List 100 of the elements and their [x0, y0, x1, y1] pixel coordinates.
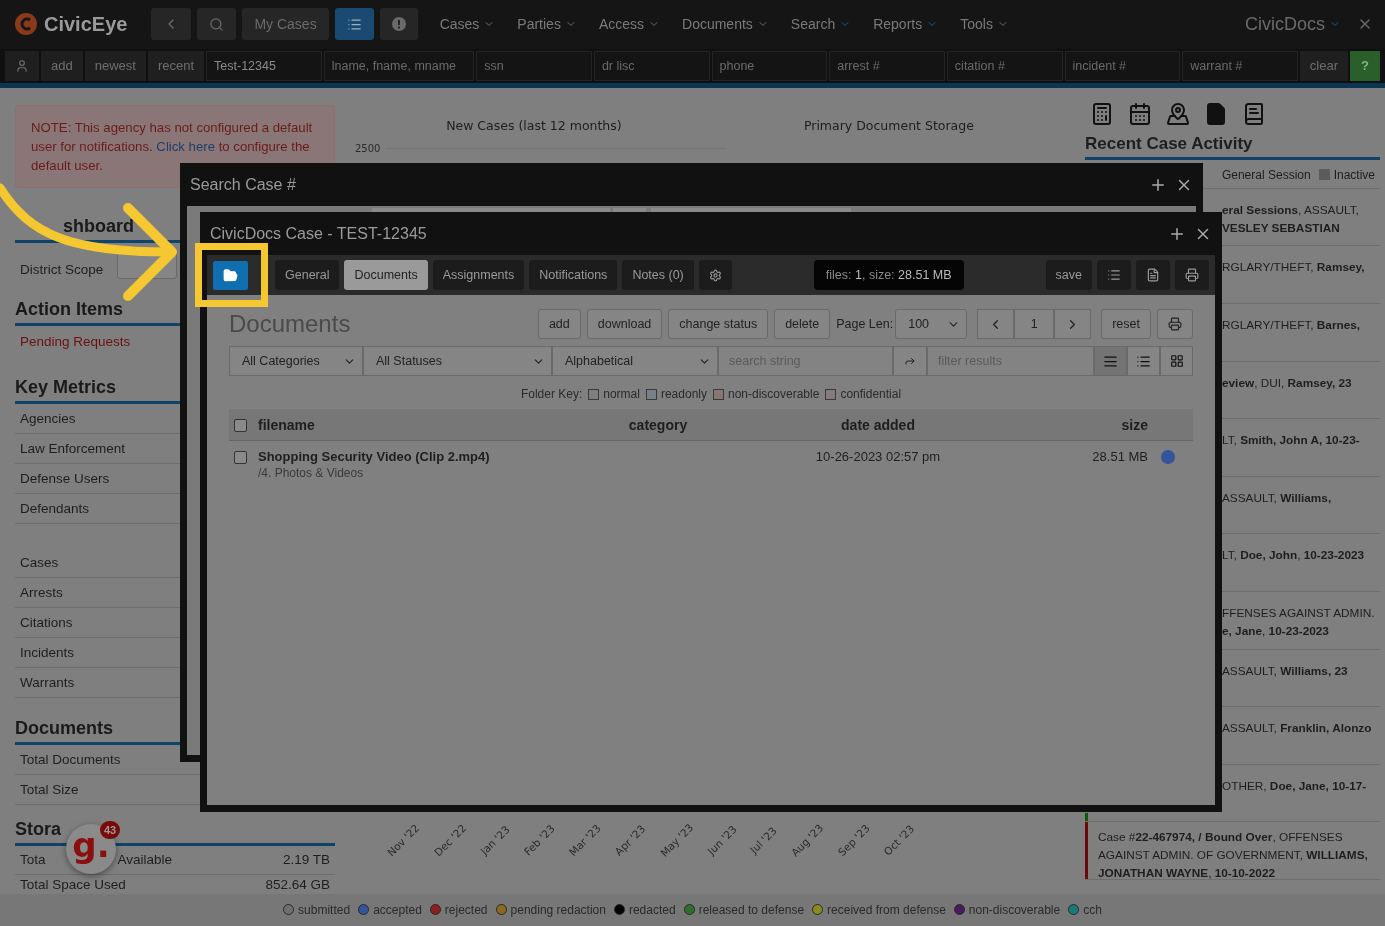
metric-value: 2.19 TB — [282, 852, 330, 868]
action-button[interactable]: change status — [668, 309, 769, 339]
district-label: District Scope — [20, 262, 104, 278]
metric-label: Defendants — [20, 500, 90, 516]
search-field[interactable]: lname, fname, mname — [323, 50, 475, 81]
metric-value: 852.64 GB — [265, 876, 330, 892]
metric-label: Total Documents — [20, 751, 121, 767]
tab[interactable]: Notifications — [529, 260, 618, 290]
status-label: released to defense — [698, 902, 805, 917]
size-cell-text: 28.51 MB — [1091, 449, 1148, 464]
help-button[interactable]: ? — [1350, 50, 1380, 81]
search-field[interactable]: warrant # — [1182, 50, 1298, 81]
month-label: Feb '23 — [521, 822, 557, 858]
metric-label: Total Size — [20, 781, 79, 797]
status-label: non-discoverable — [968, 902, 1061, 917]
chart-title: Primary Document Storage — [803, 117, 974, 133]
save-button[interactable]: save — [1045, 260, 1092, 290]
file-name[interactable]: Shopping Security Video (Clip 2.mp4) — [258, 449, 558, 464]
metric-label: Tota — [20, 852, 46, 868]
menu-item[interactable]: Search — [790, 16, 852, 33]
column-header: size — [1120, 416, 1148, 433]
page-number[interactable]: 1 — [1014, 309, 1055, 339]
menu-item[interactable]: Reports — [873, 16, 939, 33]
search-field[interactable]: citation # — [946, 50, 1063, 81]
metric-label: Incidents — [20, 644, 75, 660]
metric-label: Defense Users — [20, 470, 110, 486]
menu-item[interactable]: Cases — [439, 16, 496, 33]
clear-button[interactable]: clear — [1299, 50, 1348, 81]
activity-text: ASSAULT, Williams, — [1222, 490, 1332, 505]
activity-text: LT, Smith, John A, 10-23- — [1222, 433, 1360, 448]
legend-label: Inactive — [1333, 167, 1375, 182]
status-label: submitted — [298, 902, 351, 917]
action-button[interactable]: add — [537, 309, 581, 339]
metric-label: Law Enforcement — [20, 440, 126, 456]
activity-text: ASSAULT, Franklin, Alonzo — [1222, 721, 1372, 736]
tab[interactable]: Assignments — [432, 260, 525, 290]
metric-label: Citations — [20, 614, 73, 630]
status-label: cch — [1083, 902, 1102, 917]
search-bar-button[interactable]: newest — [84, 50, 146, 81]
nav-button[interactable]: My Cases — [242, 8, 329, 41]
axis-tick: 2500 — [355, 142, 381, 154]
month-label: Jan '23 — [478, 822, 512, 857]
month-label: Jul '23 — [747, 824, 780, 856]
folder-key-label: non-discoverable — [728, 387, 820, 401]
activity-text: ASSAULT, Williams, 23 — [1222, 663, 1348, 678]
activity-text: Case #22-467974, / Bound Over, OFFENSES AGAINST ADMIN. OF GOVERNMENT, WILLIAMS, JONATHAN WAYNE, 10-10-2022 — [1098, 830, 1368, 881]
search-field[interactable]: arrest # — [829, 50, 945, 81]
search-bar-button[interactable]: recent — [147, 50, 205, 81]
legend-label: General Session — [1221, 167, 1311, 182]
search-field[interactable]: dr lisc — [593, 50, 710, 81]
menu-item[interactable]: Documents — [682, 16, 769, 33]
folder-key-label: readonly — [660, 387, 707, 401]
folder-key-label: confidential — [840, 387, 902, 401]
column-header: category — [627, 416, 689, 433]
tab[interactable]: General — [275, 260, 340, 290]
notification-count: 43 — [100, 821, 120, 839]
metric-label: Agencies — [20, 410, 76, 426]
month-label: Sep '23 — [835, 821, 872, 858]
menu-item[interactable]: Parties — [517, 16, 577, 33]
search-field[interactable]: phone — [711, 50, 828, 81]
tab[interactable]: Documents — [344, 260, 428, 290]
chart-title: New Cases (last 12 months) — [446, 117, 622, 133]
month-label: Apr '23 — [612, 822, 648, 858]
month-label: Nov '22 — [384, 821, 422, 859]
status-label: received from defense — [827, 902, 946, 917]
action-button[interactable]: download — [586, 309, 663, 339]
column-header: date added — [840, 416, 916, 433]
metric-label: Total Space Used — [20, 876, 126, 892]
filter-select[interactable]: All Statuses — [363, 346, 552, 376]
activity-text: RGLARY/THEFT, Barnes, — [1222, 318, 1361, 333]
search-field[interactable]: ssn — [476, 50, 592, 81]
metric-label: Cases — [20, 554, 59, 570]
app-switcher[interactable]: CivicDocs — [1245, 13, 1341, 35]
activity-text: eview, DUI, Ramsey, 23 — [1222, 375, 1352, 390]
metric-label: Arrests — [20, 584, 63, 600]
activity-text: LT, Doe, John, 10-23-2023 — [1222, 548, 1365, 563]
tab[interactable]: Notes (0) — [622, 260, 694, 290]
reset-button[interactable]: reset — [1101, 309, 1151, 339]
filter-select[interactable]: Alphabetical — [552, 346, 718, 376]
menu-item[interactable]: Tools — [960, 16, 1009, 33]
folder-key-label: Folder Key: — [520, 387, 583, 401]
page-length-select[interactable]: 100 — [895, 309, 968, 339]
search-bar-button[interactable]: add — [41, 50, 83, 81]
app-logo-text: CivicEye — [44, 12, 128, 36]
search-field[interactable]: incident # — [1064, 50, 1181, 81]
search-field[interactable]: Test-12345 — [206, 50, 322, 81]
status-label: rejected — [444, 902, 488, 917]
activity-text: eral Sessions, ASSAULT, VESLEY SEBASTIAN — [1222, 202, 1359, 235]
filter-select[interactable]: All Categories — [229, 346, 363, 376]
month-label: Jun '23 — [705, 822, 740, 857]
metric-label: Warrants — [20, 674, 75, 690]
action-button[interactable]: delete — [774, 309, 831, 339]
metric-label: Available — [117, 852, 173, 868]
activity-text: OTHER, Doe, Jane, 10-17- — [1222, 778, 1367, 793]
file-info: files: 1, size: 28.51 MB — [813, 260, 964, 290]
month-label: Oct '23 — [881, 822, 917, 858]
configure-link[interactable]: Click here — [156, 138, 215, 154]
menu-item[interactable]: Access — [598, 16, 660, 33]
column-header: filename — [258, 416, 316, 433]
status-label: accepted — [373, 902, 422, 917]
